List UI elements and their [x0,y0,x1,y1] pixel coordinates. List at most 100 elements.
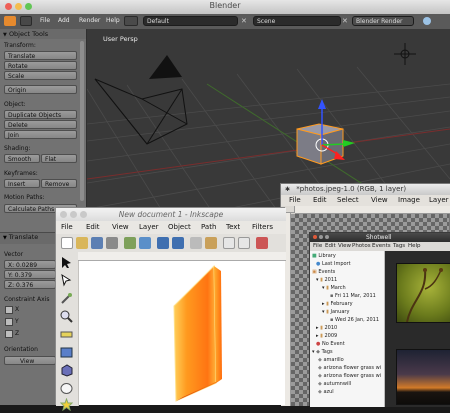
ellipse-tool-icon[interactable] [60,382,73,395]
duplicate-objects-button[interactable]: Duplicate Objects [4,110,77,119]
inkscape-menu-path[interactable]: Path [201,223,216,231]
select-tool-icon[interactable] [60,256,73,269]
print-icon[interactable] [106,237,118,249]
constraint-x-checkbox[interactable] [5,306,13,314]
toolshelf-scrollbar[interactable] [80,41,84,201]
minimize-icon[interactable] [319,235,323,239]
3d-box-tool-icon[interactable] [60,364,73,377]
sidebar-item-tags[interactable]: ▾ ◆ Tags [312,349,333,355]
inkscape-menu-layer[interactable]: Layer [139,223,159,231]
inkscape-menu-text[interactable]: Text [226,223,240,231]
menu-render[interactable]: Render [79,17,100,24]
export-icon[interactable] [139,237,151,249]
sidebar-item-library[interactable]: ■ Library [312,253,336,259]
sidebar-item-2009[interactable]: ▸ ▮ 2009 [316,333,337,339]
constraint-z-checkbox[interactable] [5,330,13,338]
sidebar-item-march[interactable]: ▾ ▮ March [322,285,346,291]
zoom-selection-icon[interactable] [223,237,235,249]
inkscape-canvas[interactable] [79,261,285,405]
flat-button[interactable]: Flat [41,154,77,163]
insert-keyframe-button[interactable]: Insert [4,179,40,188]
sidebar-item-no-event[interactable]: ● No Event [316,341,345,347]
delete-button[interactable]: Delete [4,120,77,129]
paste-icon[interactable] [205,237,217,249]
measure-tool-icon[interactable] [60,328,73,341]
close-layout-icon[interactable]: ✕ [241,17,247,25]
undo-icon[interactable] [157,237,169,249]
zoom-tool-icon[interactable] [60,310,73,323]
duplicate-icon[interactable] [256,237,268,249]
object-tools-header[interactable]: ▼ Object Tools [0,29,86,39]
sidebar-item-wed-jan[interactable]: ▪ Wed 26 Jan, 2011 [330,317,379,323]
render-engine-select[interactable]: Blender Render [352,16,414,26]
shotwell-menu-tags[interactable]: Tags [393,243,405,249]
sidebar-item-tag-amarillo[interactable]: ◆ amarillo [318,357,344,363]
photo-thumbnail[interactable] [396,349,450,405]
join-button[interactable]: Join [4,130,77,139]
gimp-menu-image[interactable]: Image [398,196,420,204]
maximize-icon[interactable] [325,235,329,239]
menu-file[interactable]: File [40,17,50,24]
vector-y-field[interactable]: Y: 0.379 [4,270,56,279]
gimp-menu-edit[interactable]: Edit [313,196,327,204]
info-editor-icon[interactable] [4,16,16,26]
collapse-menus-icon[interactable] [20,16,32,26]
menu-add[interactable]: Add [58,17,70,24]
sidebar-item-january[interactable]: ▾ ▮ January [322,309,349,315]
zoom-drawing-icon[interactable] [238,237,250,249]
origin-button[interactable]: Origin [4,85,77,94]
node-tool-icon[interactable] [60,273,73,287]
shotwell-menu-edit[interactable]: Edit [325,243,336,249]
import-icon[interactable] [124,237,136,249]
rotate-button[interactable]: Rotate [4,61,77,70]
vector-z-field[interactable]: Z: 0.376 [4,280,56,289]
shotwell-menu-help[interactable]: Help [408,243,421,249]
shotwell-menu-view[interactable]: View [338,243,351,249]
screen-layout-icon[interactable] [124,16,138,26]
inkscape-menu-edit[interactable]: Edit [86,223,100,231]
save-icon[interactable] [91,237,103,249]
horizontal-ruler[interactable] [295,206,450,214]
sidebar-item-last-import[interactable]: ● Last Import [316,261,351,267]
tweak-tool-icon[interactable] [60,292,73,305]
rectangle-tool-icon[interactable] [60,346,73,359]
window-menu-icon[interactable]: ✱ [285,186,290,193]
menu-help[interactable]: Help [106,17,120,24]
open-icon[interactable] [76,237,88,249]
scene-field[interactable]: Scene [253,16,341,26]
translate-button[interactable]: Translate [4,51,77,60]
sidebar-item-fri-march[interactable]: ▪ Fri 11 Mar, 2011 [330,293,376,299]
sidebar-item-2010[interactable]: ▸ ▮ 2010 [316,325,337,331]
shotwell-menu-photos[interactable]: Photos [352,243,371,249]
sidebar-item-february[interactable]: ▸ ▮ February [322,301,353,307]
sidebar-item-tag-arizona-1[interactable]: ◆ arizona flower grass wi [318,365,381,371]
gimp-menu-view[interactable]: View [371,196,388,204]
inkscape-menu-object[interactable]: Object [168,223,191,231]
sidebar-item-tag-autumnwill[interactable]: ◆ autumnwill [318,381,351,387]
photo-thumbnail[interactable] [396,263,450,323]
redo-icon[interactable] [172,237,184,249]
smooth-button[interactable]: Smooth [4,154,40,163]
close-icon[interactable] [313,235,317,239]
vector-x-field[interactable]: X: 0.0289 [4,260,56,269]
shotwell-menu-events[interactable]: Events [372,243,391,249]
gimp-menu-select[interactable]: Select [337,196,359,204]
sidebar-item-2011[interactable]: ▾ ▮ 2011 [316,277,337,283]
gimp-menu-file[interactable]: File [289,196,301,204]
copy-icon[interactable] [190,237,202,249]
new-document-icon[interactable] [61,237,73,249]
gimp-menu-layer[interactable]: Layer [429,196,449,204]
remove-keyframe-button[interactable]: Remove [41,179,77,188]
sidebar-item-tag-azul[interactable]: ◆ azul [318,389,334,395]
horizontal-ruler[interactable] [78,252,286,261]
screen-layout-field[interactable]: Default [143,16,238,26]
constraint-y-checkbox[interactable] [5,318,13,326]
sidebar-item-events[interactable]: ▣ Events [312,269,335,275]
inkscape-menu-file[interactable]: File [61,223,73,231]
inkscape-menu-filters[interactable]: Filters [252,223,273,231]
orientation-select[interactable]: View [4,356,56,365]
inkscape-menu-view[interactable]: View [112,223,129,231]
scale-button[interactable]: Scale [4,71,77,80]
sidebar-item-tag-arizona-2[interactable]: ◆ arizona flower grass wi [318,373,381,379]
shotwell-menu-file[interactable]: File [313,243,322,249]
